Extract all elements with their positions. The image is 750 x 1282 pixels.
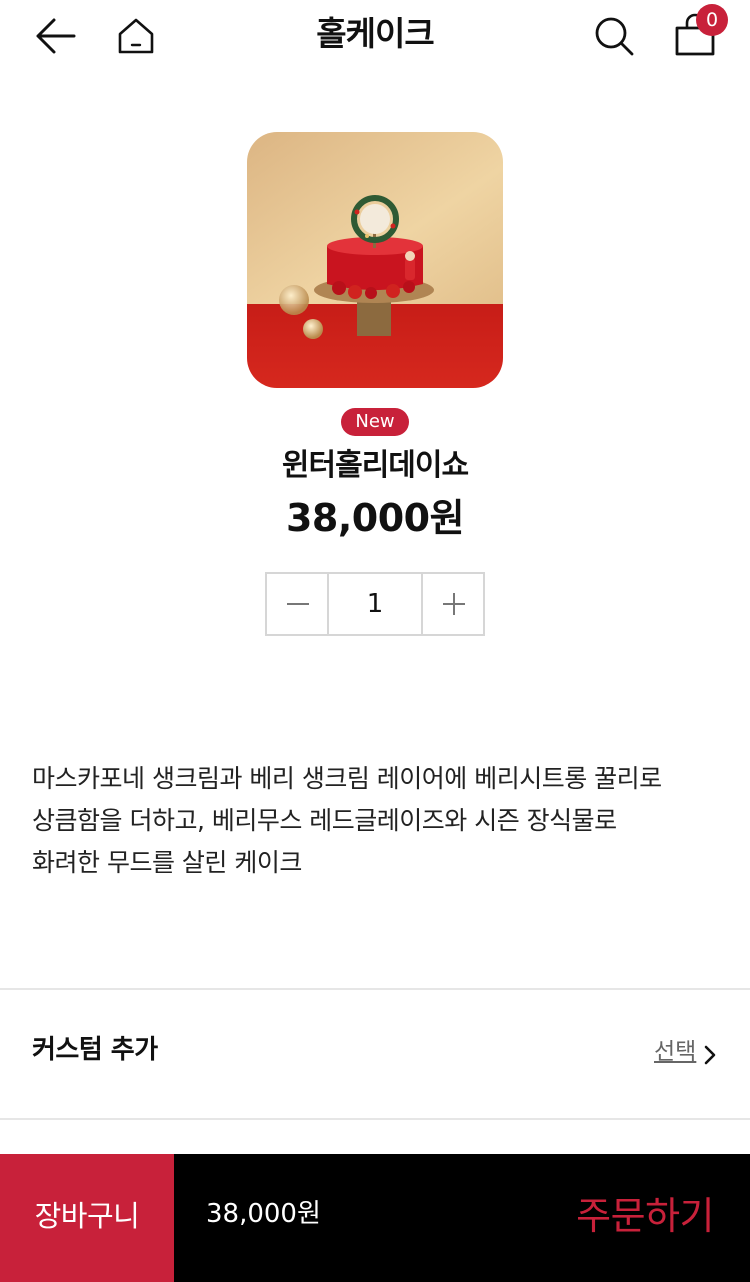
total-price: 38,000원 xyxy=(206,1199,321,1229)
description-line: 상큼함을 더하고, 베리무스 레드글레이즈와 시즌 장식물로 xyxy=(32,806,617,835)
divider xyxy=(0,1118,750,1120)
chevron-right-icon[interactable] xyxy=(702,1044,718,1066)
bottom-bar: 장바구니 38,000원 주문하기 xyxy=(0,1154,750,1282)
product-image xyxy=(247,132,503,388)
header: 홀케이크 0 xyxy=(0,0,750,76)
description-line: 마스카포네 생크림과 베리 생크림 레이어에 베리시트롱 꿀리로 xyxy=(32,764,662,793)
cart-count-badge: 0 xyxy=(696,4,728,36)
search-icon[interactable] xyxy=(592,14,636,58)
new-badge: New xyxy=(341,408,409,436)
decrease-button[interactable] xyxy=(267,574,329,634)
custom-add-label: 커스텀 추가 xyxy=(32,1035,158,1065)
quantity-stepper: 1 xyxy=(265,572,485,636)
custom-select-link[interactable]: 선택 xyxy=(654,1034,696,1070)
minus-icon xyxy=(287,603,309,605)
product-price: 38,000원 xyxy=(285,496,465,540)
description-line: 화려한 무드를 살린 케이크 xyxy=(32,848,302,877)
order-button[interactable]: 주문하기 xyxy=(576,1188,714,1244)
product-name: 윈터홀리데이쇼 xyxy=(281,448,469,483)
quantity-value[interactable]: 1 xyxy=(329,574,421,634)
add-to-cart-button[interactable]: 장바구니 xyxy=(0,1154,174,1282)
product-description: 마스카포네 생크림과 베리 생크림 레이어에 베리시트롱 꿀리로 상큼함을 더하… xyxy=(32,758,722,884)
page-title: 홀케이크 xyxy=(316,14,434,53)
divider xyxy=(0,988,750,990)
home-icon[interactable] xyxy=(116,16,156,56)
arrow-left-icon[interactable] xyxy=(34,16,78,56)
increase-button[interactable] xyxy=(421,574,483,634)
